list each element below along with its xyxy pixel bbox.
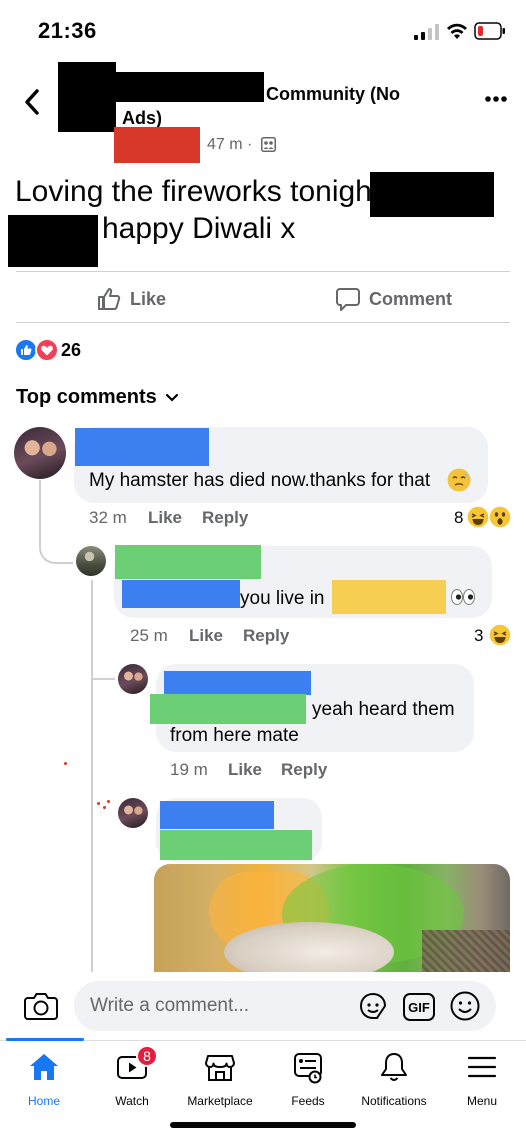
comment-like-button[interactable]: Like [189,626,223,646]
redacted-location [332,580,446,614]
sticker-icon[interactable] [356,989,390,1023]
thumbs-up-icon [98,288,121,310]
post-text-line1: Loving the fireworks tonight [15,175,381,208]
comment-text: My hamster has died now.thanks for that [89,470,431,491]
comment-button[interactable]: Comment [335,284,452,314]
thread-line [91,580,93,972]
gif-label: GIF [408,999,430,1015]
marketplace-icon [205,1055,235,1081]
commenter-avatar[interactable] [14,427,66,479]
divider [16,271,510,272]
battery-icon [474,22,505,40]
redacted-text [150,694,306,724]
back-icon[interactable] [20,86,44,118]
tab-home-label: Home [27,1094,60,1108]
sad-sweat-emoji-icon [447,468,471,492]
like-label: Like [130,288,167,309]
commenter-avatar[interactable] [118,798,148,828]
commenter-avatar[interactable] [76,546,106,576]
redacted-avatar [58,62,116,132]
redacted-commenter-name [164,671,311,695]
decorative-dot [97,802,100,805]
comment-reaction-count[interactable]: 8 [454,508,463,528]
top-comments-filter[interactable]: Top comments [16,386,179,409]
redacted-text [122,580,240,608]
wifi-icon [447,23,467,39]
tab-menu-label: Menu [466,1094,498,1108]
emoji-picker-icon[interactable] [449,990,481,1022]
cellular-signal-icon [414,24,439,40]
comment-icon [336,288,360,311]
menu-icon [467,1056,497,1078]
tab-notifications[interactable]: Notifications [350,1048,438,1114]
laughing-emoji-icon[interactable] [466,505,490,529]
comment-reply-button[interactable]: Reply [243,626,289,646]
redacted-text [160,830,312,860]
comment-time: 32 m [89,508,127,527]
redacted-commenter-name [160,801,274,829]
wow-emoji-icon[interactable] [488,505,512,529]
redacted-commenter-name [115,545,261,579]
feeds-icon [294,1053,322,1084]
decorative-dot [107,800,110,803]
comment-like-button[interactable]: Like [148,508,182,528]
tab-marketplace-label: Marketplace [187,1094,253,1108]
comment-label: Comment [369,288,453,309]
reaction-count[interactable]: 26 [61,340,81,361]
bell-icon [381,1053,407,1081]
home-icon [30,1054,58,1080]
group-name[interactable]: Community (No [266,84,400,105]
comment-text-line2: from here mate [170,725,299,746]
comment-text: you live in [240,588,325,609]
tab-menu[interactable]: Menu [438,1048,526,1114]
tab-notifications-label: Notifications [361,1094,427,1108]
tab-watch[interactable]: Watch [88,1048,176,1114]
group-name-continued[interactable]: Ads) [122,108,162,129]
eyes-emoji-icon [451,589,475,605]
home-indicator [170,1122,356,1128]
tab-feeds[interactable]: Feeds [264,1048,352,1114]
group-audience-icon [261,137,276,152]
more-options-icon[interactable] [484,94,508,104]
tab-home[interactable]: Home [0,1048,88,1114]
comment-time: 25 m [130,626,168,645]
reaction-icons[interactable] [14,338,60,362]
top-comments-label: Top comments [16,386,157,408]
redacted-commenter-name [75,428,209,466]
laughing-emoji-icon[interactable] [488,623,512,647]
comment-like-button[interactable]: Like [228,760,262,780]
post-time[interactable]: 47 m · [207,136,252,154]
redacted-group-name [116,72,264,102]
tab-marketplace[interactable]: Marketplace [176,1048,264,1114]
redacted-text [370,172,494,217]
comment-reply-button[interactable]: Reply [281,760,327,780]
comment-reply-button[interactable]: Reply [202,508,248,528]
comment-time: 19 m [170,760,208,779]
tab-watch-label: Watch [115,1094,149,1108]
commenter-avatar[interactable] [118,664,148,694]
active-tab-indicator [6,1038,84,1041]
thread-connector [39,530,73,564]
comment-text-line1: yeah heard them [312,699,455,720]
thread-connector [91,650,115,680]
watch-notification-badge: 8 [136,1045,158,1067]
camera-icon[interactable] [24,990,58,1020]
decorative-dot [64,762,67,765]
divider [16,322,510,323]
status-time: 21:36 [38,18,97,43]
redacted-text [8,215,98,267]
decorative-dot [103,806,106,809]
chevron-down-icon [165,393,178,402]
gif-button[interactable]: GIF [403,993,435,1021]
redacted-author-name [114,127,200,163]
like-button[interactable]: Like [96,284,166,314]
comment-photo[interactable] [154,864,510,972]
comment-reaction-count[interactable]: 3 [474,626,483,646]
tab-feeds-label: Feeds [291,1094,325,1108]
post-text-line2: happy Diwali x [102,212,296,245]
